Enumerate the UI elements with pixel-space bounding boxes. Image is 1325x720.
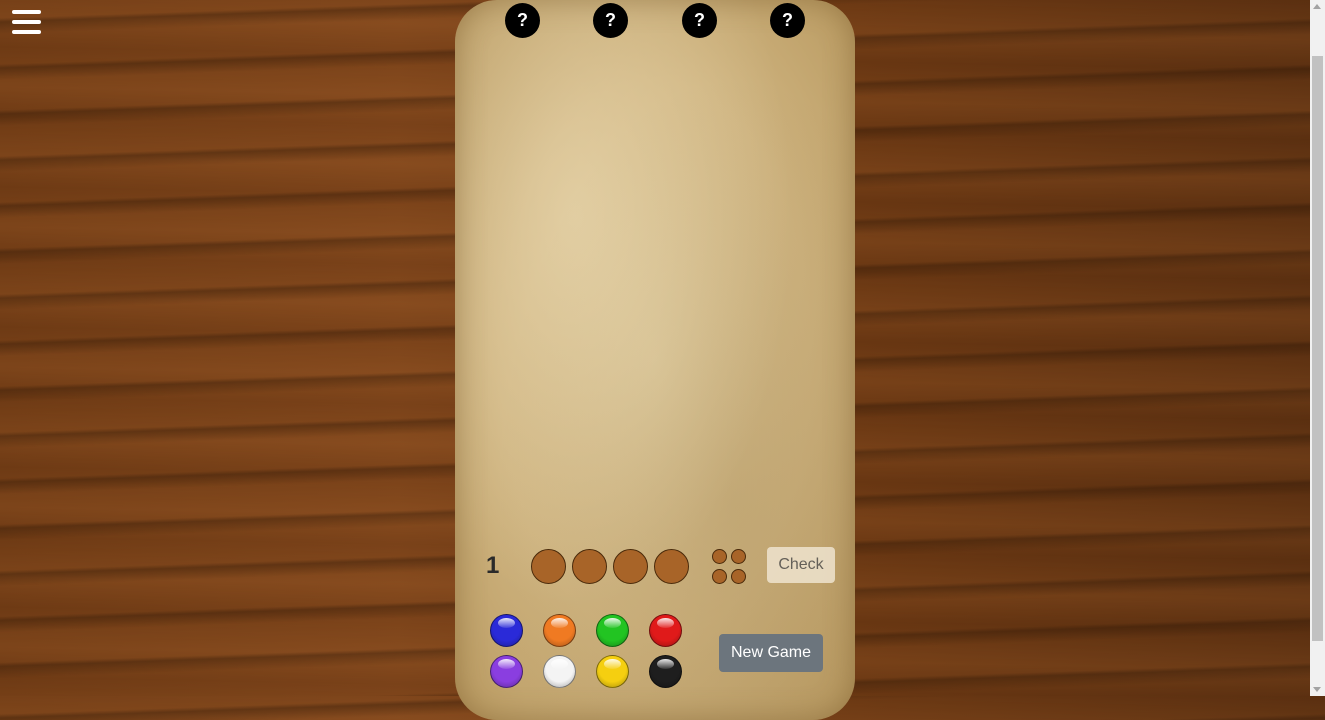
scroll-down-icon[interactable] [1313,687,1321,692]
guess-slot-1[interactable] [531,549,566,584]
color-ball-red[interactable] [649,614,682,647]
color-ball-purple[interactable] [490,655,523,688]
feedback-peg-2 [731,549,746,564]
secret-peg-3: ? [682,3,717,38]
feedback-peg-3 [712,569,727,584]
secret-peg-1: ? [505,3,540,38]
scroll-thumb[interactable] [1312,56,1323,641]
game-board [455,0,855,720]
menu-button[interactable] [12,10,41,36]
guess-slot-4[interactable] [654,549,689,584]
color-ball-blue[interactable] [490,614,523,647]
feedback-peg-1 [712,549,727,564]
new-game-button[interactable]: New Game [719,634,823,672]
color-ball-yellow[interactable] [596,655,629,688]
guess-slot-3[interactable] [613,549,648,584]
color-ball-black[interactable] [649,655,682,688]
check-button[interactable]: Check [767,547,835,583]
hamburger-icon [12,10,41,14]
feedback-peg-4 [731,569,746,584]
row-number: 1 [486,552,500,579]
scrollbar[interactable] [1310,0,1325,696]
scroll-up-icon[interactable] [1313,4,1321,9]
color-ball-orange[interactable] [543,614,576,647]
secret-peg-4: ? [770,3,805,38]
color-ball-green[interactable] [596,614,629,647]
guess-slot-2[interactable] [572,549,607,584]
color-ball-white[interactable] [543,655,576,688]
secret-peg-2: ? [593,3,628,38]
